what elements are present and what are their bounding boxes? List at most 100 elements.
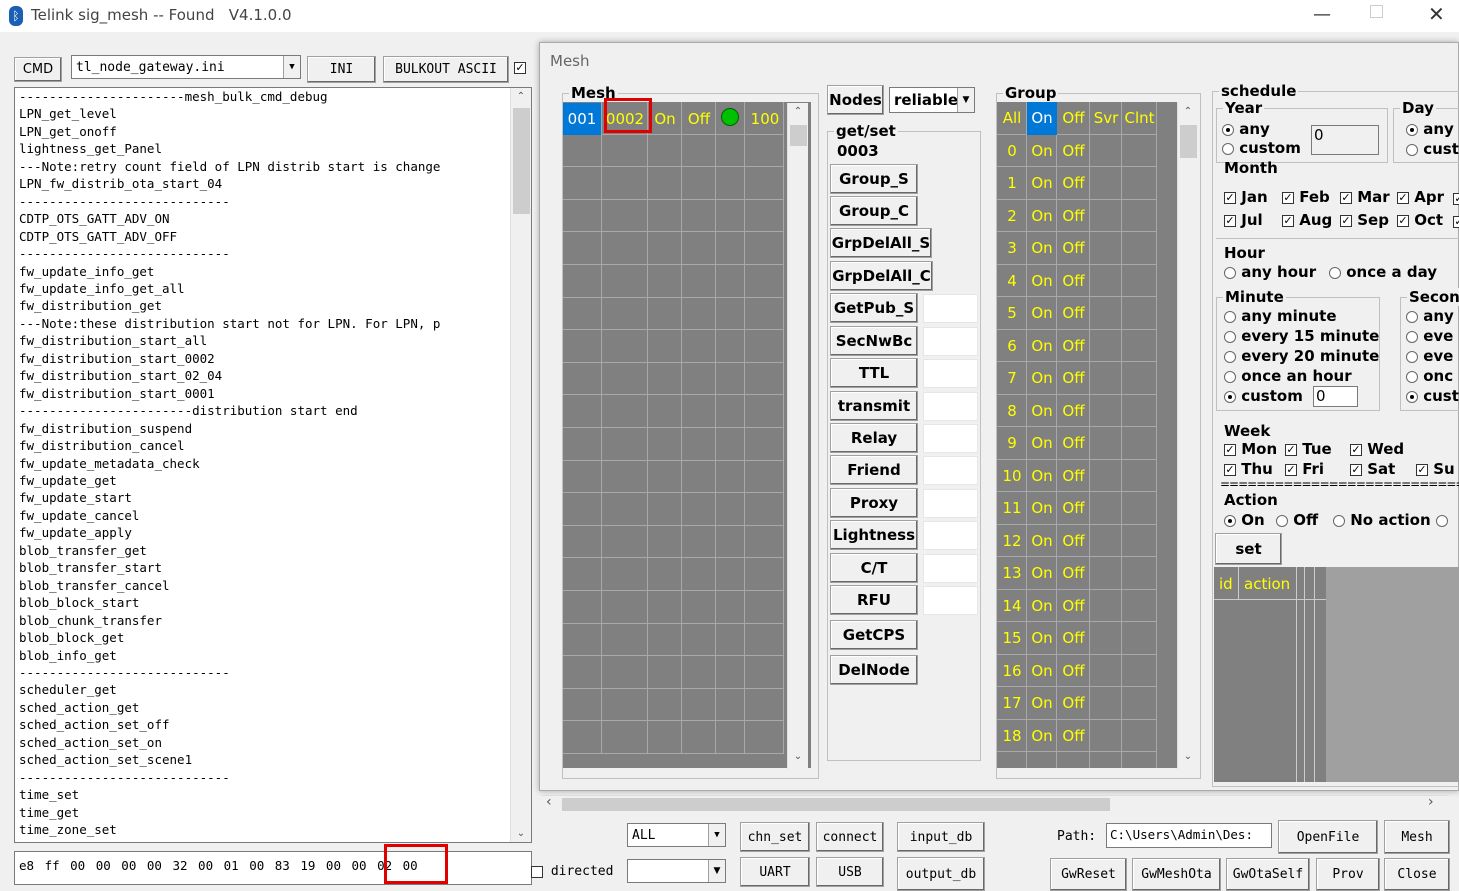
lightness-button[interactable]: Lightness [830, 520, 918, 550]
once-an-hour-radio[interactable]: once an hour [1224, 367, 1352, 385]
node-grid-scrollbar[interactable]: ⌃ ⌄ [787, 103, 808, 769]
group-off-button[interactable]: Off [1057, 135, 1090, 168]
maximize-icon[interactable] [1370, 5, 1383, 18]
month-apr-checkbox[interactable]: ✓ Apr [1397, 188, 1444, 206]
group-grid-scrollbar[interactable]: ⌃ ⌄ [1177, 103, 1198, 769]
group-header-on[interactable]: On [1027, 102, 1057, 135]
command-list-item[interactable]: CDTP_OTS_GATT_ADV_OFF [19, 228, 514, 245]
group-header-all[interactable]: All [997, 102, 1027, 135]
param-field[interactable] [923, 456, 978, 485]
group-on-button[interactable]: On [1027, 232, 1057, 265]
getpub-s-button[interactable]: GetPub_S [830, 293, 918, 323]
scroll-up-icon[interactable]: ⌃ [788, 103, 808, 120]
group-on-button[interactable]: On [1027, 362, 1057, 395]
group-off-button[interactable]: Off [1057, 492, 1090, 525]
command-list-item[interactable]: blob_block_start [19, 594, 514, 611]
group-on-button[interactable]: On [1027, 460, 1057, 493]
group-on-button[interactable]: On [1027, 525, 1057, 558]
scroll-down-icon[interactable]: ⌄ [1178, 748, 1198, 765]
command-list-item[interactable]: blob_transfer_cancel [19, 577, 514, 594]
week-tue-checkbox[interactable]: ✓ Tue [1285, 440, 1332, 458]
command-list-item[interactable]: blob_block_get [19, 629, 514, 646]
command-list-item[interactable]: time_set [19, 786, 514, 803]
command-list-item[interactable]: sched_action_set_off [19, 716, 514, 733]
group-on-button[interactable]: On [1027, 167, 1057, 200]
gwmeshota-button[interactable]: GwMeshOta [1132, 858, 1221, 891]
proxy-button[interactable]: Proxy [830, 488, 918, 518]
group-off-button[interactable]: Off [1057, 590, 1090, 623]
gwotaself-button[interactable]: GwOtaSelf [1226, 858, 1310, 891]
command-list-item[interactable]: ---------------------------- [19, 245, 514, 262]
any-hour-radio[interactable]: any hour [1224, 263, 1316, 281]
rfu-button[interactable]: RFU [830, 585, 918, 615]
ini-file-select[interactable]: tl_node_gateway.ini ▼ [71, 55, 301, 79]
command-input[interactable]: e8 ff 00 00 00 00 32 00 01 00 83 19 00 0… [14, 851, 532, 885]
command-list-item[interactable]: LPN_get_level [19, 105, 514, 122]
group-on-button[interactable]: On [1027, 590, 1057, 623]
scroll-left-icon[interactable]: ‹ [546, 794, 552, 810]
command-list-item[interactable]: scheduler_get [19, 681, 514, 698]
gwreset-button[interactable]: GwReset [1050, 858, 1127, 891]
param-field[interactable] [923, 521, 978, 550]
group-off-button[interactable]: Off [1057, 232, 1090, 265]
close-button[interactable]: Close [1384, 858, 1450, 891]
directed-checkbox[interactable]: directed [531, 864, 613, 879]
path-input[interactable]: C:\Users\Admin\Des: [1106, 823, 1272, 848]
transmit-button[interactable]: transmit [830, 391, 918, 421]
usb-button[interactable]: USB [816, 857, 884, 887]
group-on-button[interactable]: On [1027, 200, 1057, 233]
command-list-item[interactable]: fw_update_start [19, 489, 514, 506]
group-off-button[interactable]: Off [1057, 265, 1090, 298]
grpdelall-c-button[interactable]: GrpDelAll_C [830, 261, 933, 291]
connect-button[interactable]: connect [816, 822, 884, 852]
group-grid[interactable]: All On Off Svr Clnt 0 On Off 1 On Off 2 On Off 3 On Off 4… [997, 102, 1177, 768]
year-custom-input[interactable]: 0 [1311, 125, 1379, 155]
group-c-button[interactable]: Group_C [830, 196, 918, 226]
second-option-radio[interactable]: any [1406, 307, 1454, 325]
command-list-item[interactable]: lightness_get_Panel [19, 140, 514, 157]
month-oct-checkbox[interactable]: ✓ Oct [1397, 211, 1443, 229]
day-custom-radio[interactable]: cust [1406, 140, 1459, 158]
input-db-button[interactable]: input_db [897, 822, 985, 852]
week-wed-checkbox[interactable]: ✓ Wed [1350, 440, 1404, 458]
command-list-item[interactable]: LPN_fw_distrib_ota_start_04 [19, 175, 514, 192]
week-mon-checkbox[interactable]: ✓ Mon [1224, 440, 1277, 458]
command-list-item[interactable]: blob_chunk_transfer [19, 612, 514, 629]
scroll-down-icon[interactable]: ⌄ [788, 748, 808, 765]
group-on-button[interactable]: On [1027, 427, 1057, 460]
group-off-button[interactable]: Off [1057, 687, 1090, 720]
month-aug-checkbox[interactable]: ✓ Aug [1282, 211, 1332, 229]
week-thu-checkbox[interactable]: ✓ Thu [1224, 460, 1273, 478]
group-on-button[interactable]: On [1027, 395, 1057, 428]
command-list-item[interactable]: fw_update_apply [19, 524, 514, 541]
week-su-checkbox[interactable]: ✓ Su [1416, 460, 1455, 478]
group-s-button[interactable]: Group_S [830, 164, 918, 194]
group-on-button[interactable]: On [1027, 687, 1057, 720]
directed-select[interactable]: ▼ [627, 859, 726, 883]
param-field[interactable] [923, 586, 978, 615]
second-option-radio[interactable]: cust [1406, 387, 1459, 405]
group-off-button[interactable]: Off [1057, 557, 1090, 590]
year-custom-radio[interactable]: custom [1222, 139, 1301, 157]
group-off-button[interactable]: Off [1057, 167, 1090, 200]
close-icon[interactable]: ✕ [1428, 2, 1445, 26]
every-20-minute-radio[interactable]: every 20 minute [1224, 347, 1379, 365]
nodes-mode-select[interactable]: reliable ▼ [889, 87, 975, 113]
group-off-button[interactable]: Off [1057, 395, 1090, 428]
command-list-item[interactable]: fw_update_cancel [19, 507, 514, 524]
group-off-button[interactable]: Off [1057, 460, 1090, 493]
c-t-button[interactable]: C/T [830, 553, 918, 583]
month-checkbox-partial[interactable]: ✓ [1453, 191, 1459, 206]
command-list-item[interactable]: blob_info_get [19, 647, 514, 664]
any-minute-radio[interactable]: any minute [1224, 307, 1337, 325]
command-list-item[interactable]: fw_distribution_start_02_04 [19, 367, 514, 384]
command-list-item[interactable]: time_zone_set [19, 821, 514, 838]
group-off-button[interactable]: Off [1057, 297, 1090, 330]
command-list-item[interactable]: ---------------------------- [19, 769, 514, 786]
group-off-button[interactable]: Off [1057, 200, 1090, 233]
ini-button[interactable]: INI [307, 56, 376, 83]
openfile-button[interactable]: OpenFile [1278, 820, 1378, 854]
friend-button[interactable]: Friend [830, 455, 918, 485]
command-list-item[interactable]: fw_distribution_start_all [19, 332, 514, 349]
command-list-item[interactable]: fw_update_get [19, 472, 514, 489]
